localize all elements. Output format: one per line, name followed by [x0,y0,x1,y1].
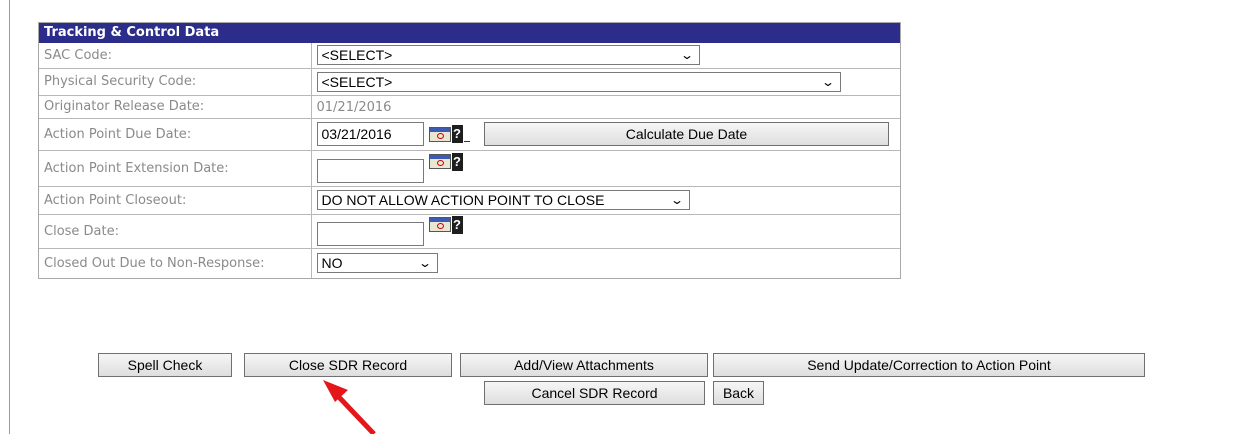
annotation-arrow-icon [323,380,376,434]
annotation-arrow-shaft [334,392,376,434]
annotation-arrow-head [323,380,348,402]
